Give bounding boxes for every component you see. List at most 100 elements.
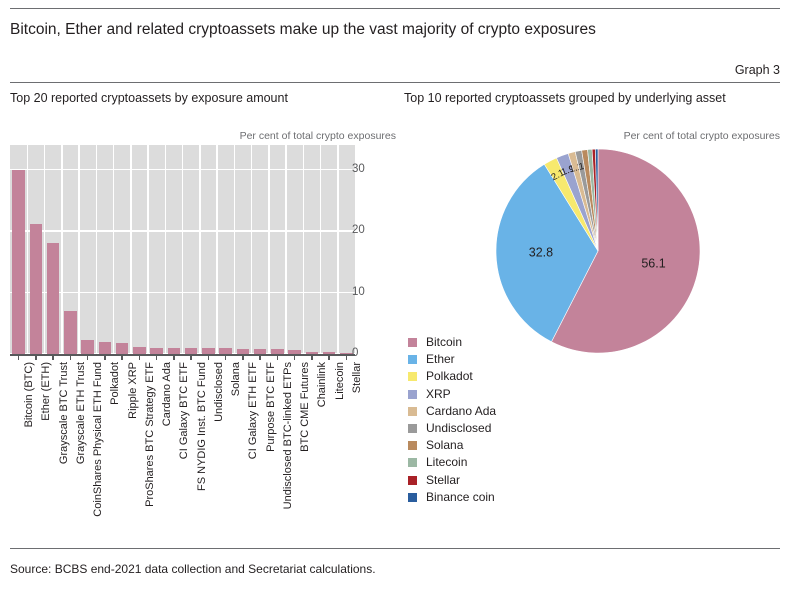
- legend-label: Litecoin: [426, 455, 468, 470]
- bar-plot-area: [10, 145, 355, 355]
- right-panel-heading: Top 10 reported cryptoassets grouped by …: [404, 91, 726, 105]
- x-axis-label: Grayscale BTC Trust: [57, 362, 70, 465]
- legend-item: Binance coin: [408, 489, 658, 506]
- bar: [29, 224, 43, 354]
- legend-item: Cardano Ada: [408, 403, 658, 420]
- bar: [81, 340, 94, 354]
- x-axis-label: Stellar: [350, 362, 363, 394]
- legend-item: XRP: [408, 386, 658, 403]
- legend-item: Ether: [408, 351, 658, 368]
- legend-item: Undisclosed: [408, 420, 658, 437]
- x-axis-tick: [69, 355, 72, 360]
- left-panel-heading: Top 20 reported cryptoassets by exposure…: [10, 91, 288, 105]
- bar: [46, 243, 60, 354]
- legend-label: Ether: [426, 352, 455, 367]
- bar-x-axis-line: [10, 354, 355, 356]
- left-unit-label: Per cent of total crypto exposures: [239, 130, 396, 142]
- legend-label: XRP: [426, 386, 451, 401]
- gridline-vertical: [181, 145, 184, 354]
- x-axis-tick: [190, 355, 192, 360]
- x-axis-tick: [121, 355, 123, 360]
- bar: [133, 346, 146, 354]
- x-axis-tick: [311, 355, 313, 360]
- x-axis-label: Undisclosed BTC-linked ETPs: [281, 362, 294, 510]
- x-axis-tick: [259, 355, 261, 360]
- rule-top: [10, 8, 780, 9]
- x-axis-tick: [138, 355, 141, 360]
- graph-page: Bitcoin, Ether and related cryptoassets …: [0, 0, 790, 608]
- gridline-vertical: [78, 145, 80, 354]
- bar-chart: [10, 145, 396, 355]
- x-axis-label: Ripple XRP: [126, 362, 139, 419]
- x-axis-label: CI Galaxy ETH ETF: [247, 362, 260, 460]
- legend-label: Polkadot: [426, 369, 473, 384]
- page-title: Bitcoin, Ether and related cryptoassets …: [10, 21, 596, 38]
- x-axis-tick: [345, 355, 348, 360]
- x-axis-label: Purpose BTC ETF: [264, 362, 277, 452]
- gridline-vertical: [130, 145, 132, 354]
- x-axis-label: Polkadot: [109, 362, 122, 405]
- legend-swatch-icon: [408, 338, 417, 348]
- y-axis-tick-label: 20: [352, 224, 365, 237]
- rule-bottom: [10, 548, 780, 549]
- y-axis-tick-label: 30: [352, 162, 365, 175]
- bar: [98, 342, 112, 354]
- bar: [115, 342, 129, 354]
- legend-swatch-icon: [408, 355, 417, 365]
- gridline-vertical: [95, 145, 97, 354]
- x-axis-label: FS NYDIG Inst. BTC Fund: [195, 362, 208, 491]
- gridline-vertical: [319, 145, 322, 354]
- gridline-vertical: [233, 145, 235, 354]
- legend-label: Binance coin: [426, 489, 495, 504]
- x-axis-tick: [173, 355, 175, 360]
- x-axis-label: Cardano Ada: [161, 362, 174, 427]
- legend-swatch-icon: [408, 458, 417, 468]
- x-axis-tick: [328, 355, 330, 360]
- legend-item: Stellar: [408, 472, 658, 489]
- legend-swatch-icon: [408, 406, 417, 416]
- legend-item: Bitcoin: [408, 334, 658, 351]
- gridline-vertical: [285, 145, 287, 354]
- gridline-vertical: [250, 145, 253, 354]
- x-axis-tick: [86, 355, 89, 360]
- graph-number: Graph 3: [734, 63, 780, 77]
- gridline-vertical: [26, 145, 28, 354]
- pie-slice-value: 56.1: [641, 257, 665, 271]
- legend-label: Stellar: [426, 472, 461, 487]
- bar: [12, 170, 25, 354]
- gridline-vertical: [112, 145, 115, 354]
- x-axis-tick: [293, 355, 296, 360]
- legend-label: Solana: [426, 438, 464, 453]
- pie-chart: 56.1 32.8 2.1 1.9 1.1 1: [404, 146, 780, 356]
- gridline-vertical: [337, 145, 339, 354]
- x-axis-tick: [155, 355, 158, 360]
- legend-label: Cardano Ada: [426, 403, 497, 418]
- source-note: Source: BCBS end-2021 data collection an…: [10, 562, 376, 576]
- x-axis-label: Undisclosed: [212, 362, 225, 422]
- gridline-vertical: [216, 145, 218, 354]
- right-unit-label: Per cent of total crypto exposures: [623, 130, 780, 142]
- x-axis-tick: [104, 355, 106, 360]
- x-axis-label: CoinShares Physical ETH Fund: [92, 362, 105, 517]
- x-axis-label: BTC CME Futures: [299, 362, 312, 452]
- legend-label: Undisclosed: [426, 421, 492, 436]
- gridline-vertical: [199, 145, 201, 354]
- pie-legend: Bitcoin Ether Polkadot XRP Cardano Ada Undisc…: [408, 334, 658, 506]
- x-axis-tick: [242, 355, 244, 360]
- gridline-vertical: [164, 145, 166, 354]
- gridline-vertical: [302, 145, 304, 354]
- x-axis-label: Bitcoin (BTC): [23, 362, 36, 428]
- x-axis-label: Solana: [230, 362, 243, 397]
- y-axis-tick-label: 10: [352, 285, 365, 298]
- legend-item: Solana: [408, 437, 658, 454]
- legend-swatch-icon: [408, 492, 417, 502]
- legend-swatch-icon: [408, 389, 417, 399]
- legend-label: Bitcoin: [426, 335, 463, 350]
- legend-swatch-icon: [408, 424, 417, 434]
- legend-swatch-icon: [408, 372, 417, 382]
- x-axis-label: CI Galaxy BTC ETF: [178, 362, 191, 460]
- x-axis-tick: [52, 355, 54, 360]
- rule-middle: [10, 82, 780, 83]
- gridline-vertical: [61, 145, 63, 354]
- y-axis-tick-label: 0: [352, 347, 359, 359]
